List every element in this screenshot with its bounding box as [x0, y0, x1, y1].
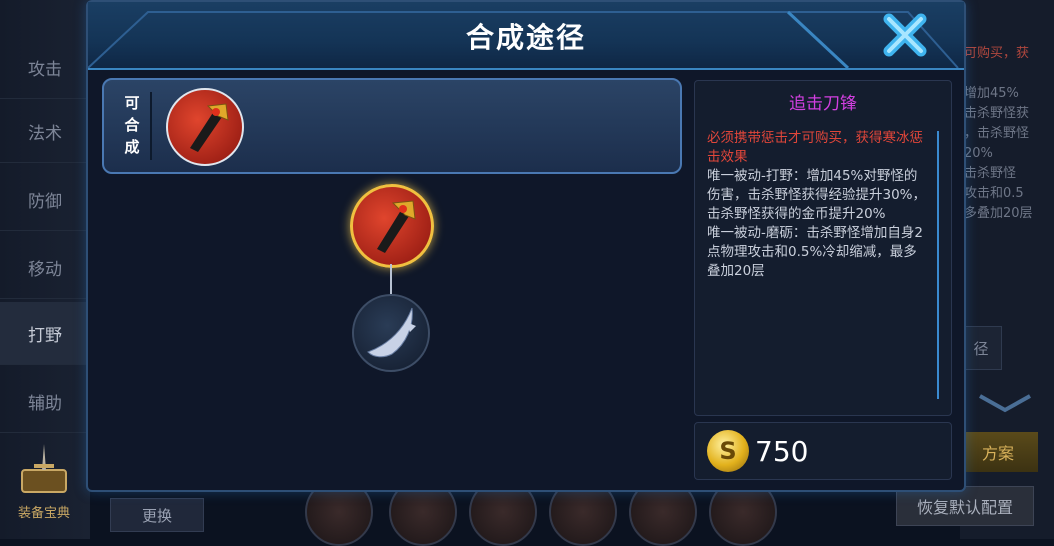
item-requirement: 必须携带惩击才可购买，获得寒冰惩击效果	[707, 130, 923, 165]
equipment-codex-button[interactable]: 装备宝典	[4, 440, 84, 535]
close-button[interactable]	[880, 10, 930, 60]
bg-text-line: ，击杀野怪	[964, 126, 1030, 141]
category-magic[interactable]: 法术	[0, 100, 90, 163]
curved-knife-icon	[367, 307, 416, 358]
plan-button-label: 方案	[981, 444, 1014, 463]
dialog-header: 合成途径	[88, 2, 964, 70]
category-label: 移动	[28, 259, 62, 280]
bg-text-line: 攻击和0.5	[964, 186, 1024, 201]
category-label: 法术	[28, 123, 62, 144]
category-support[interactable]: 辅助	[0, 370, 90, 433]
item-price: 750	[755, 435, 809, 468]
blade-icon	[377, 200, 416, 253]
book-icon	[21, 444, 67, 493]
can-synthesize-row: 可合成	[102, 78, 682, 174]
category-movement[interactable]: 移动	[0, 236, 90, 299]
selected-blade-node[interactable]	[350, 184, 434, 268]
bg-text-line: 击杀野怪	[964, 166, 1017, 181]
item-description: 必须携带惩击才可购买，获得寒冰惩击效果 唯一被动-打野：增加45%对野怪的伤害，…	[707, 129, 927, 281]
category-label: 攻击	[28, 59, 62, 80]
restore-default-button[interactable]: 恢复默认配置	[896, 486, 1034, 526]
codex-label: 装备宝典	[17, 506, 70, 521]
chevron-down-icon[interactable]	[970, 390, 1040, 416]
price-box: S 750	[694, 422, 952, 480]
path-button-label: 径	[973, 339, 989, 358]
tree-connector	[390, 264, 392, 294]
item-passive-1: 唯一被动-打野：增加45%对野怪的伤害，击杀野怪获得经验提升30%，击杀野怪获得…	[707, 168, 927, 222]
synthesis-path-button[interactable]: 径	[960, 326, 1002, 370]
close-x-icon	[883, 13, 927, 57]
blade-item-icon[interactable]	[166, 88, 244, 166]
bg-text-red: 可购买，获	[964, 46, 1030, 61]
restore-button-label: 恢复默认配置	[916, 498, 1013, 517]
category-sidebar: 攻击 法术 防御 移动 打野 辅助 装备宝典	[0, 0, 90, 539]
item-name: 追击刀锋	[789, 94, 857, 114]
can-synthesize-label: 可合成	[114, 92, 152, 160]
synthesis-tree: 可合成	[102, 78, 684, 478]
dialog-title: 合成途径	[465, 21, 586, 54]
swap-button-label: 更换	[141, 506, 172, 525]
category-label: 防御	[28, 191, 62, 212]
swap-button[interactable]: 更换	[110, 498, 204, 532]
bg-text-line: 20%	[964, 146, 993, 161]
component-knife-node[interactable]	[352, 294, 430, 372]
item-passive-2: 唯一被动-磨砺：击杀野怪增加自身2点物理攻击和0.5%冷却缩减，最多叠加20层	[707, 225, 923, 279]
item-detail-panel: 追击刀锋 必须携带惩击才可购买，获得寒冰惩击效果 唯一被动-打野：增加45%对野…	[694, 80, 952, 416]
bg-text-line: 击杀野怪获	[964, 106, 1030, 121]
category-label: 辅助	[28, 393, 62, 414]
bg-text-line: 增加45%	[964, 86, 1019, 101]
gold-coin-icon: S	[707, 430, 749, 472]
synthesis-path-dialog: 合成途径 可合成 追击刀锋 必须携带惩击才可购买，获得寒冰惩击效果 唯一被动-打…	[86, 0, 966, 492]
blade-icon	[190, 103, 229, 152]
bg-text-line: 多叠加20层	[964, 206, 1033, 221]
category-label: 打野	[28, 325, 62, 346]
category-jungle[interactable]: 打野	[0, 302, 90, 365]
scrollbar[interactable]	[937, 131, 939, 399]
plan-button[interactable]: 方案	[958, 432, 1038, 472]
category-defense[interactable]: 防御	[0, 168, 90, 231]
coin-symbol: S	[719, 437, 737, 465]
category-attack[interactable]: 攻击	[0, 36, 90, 99]
